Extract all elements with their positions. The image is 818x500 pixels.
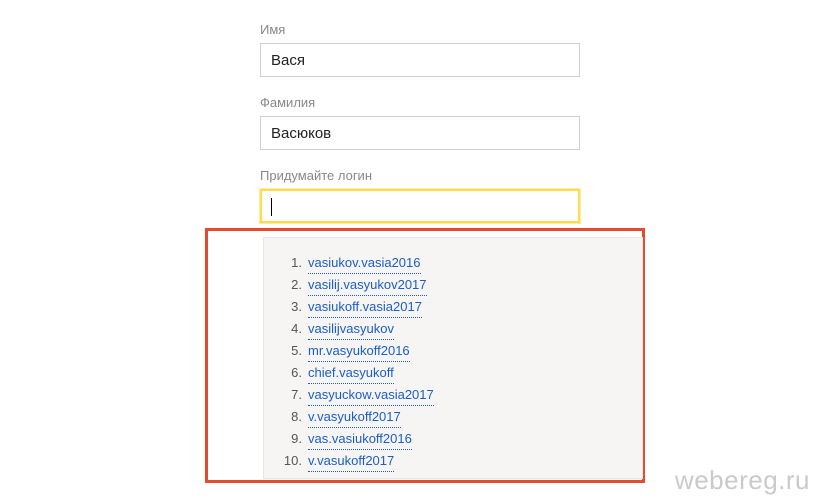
last-name-input[interactable] — [260, 116, 580, 150]
list-item: 8.v.vasyukoff2017 — [264, 406, 642, 428]
first-name-input[interactable] — [260, 43, 580, 77]
watermark-text: webereg.ru — [675, 465, 810, 496]
list-item: 10.v.vasukoff2017 — [264, 450, 642, 472]
list-item: 1.vasiukov.vasia2016 — [264, 252, 642, 274]
first-name-group: Имя — [260, 22, 818, 77]
list-item: 6.chief.vasyukoff — [264, 362, 642, 384]
text-caret — [271, 198, 272, 216]
first-name-label: Имя — [260, 22, 818, 37]
list-number: 10. — [264, 450, 308, 471]
login-suggestion-link[interactable]: mr.vasyukoff2016 — [308, 340, 410, 362]
suggestions-highlight-box: 1.vasiukov.vasia2016 2.vasilij.vasyukov2… — [205, 228, 645, 483]
login-suggestion-link[interactable]: vas.vasiukoff2016 — [308, 428, 412, 450]
list-item: 3.vasiukoff.vasia2017 — [264, 296, 642, 318]
login-suggestion-link[interactable]: vasiukoff.vasia2017 — [308, 296, 422, 318]
login-suggestion-link[interactable]: vasilij.vasyukov2017 — [308, 274, 427, 296]
login-suggestions-panel: 1.vasiukov.vasia2016 2.vasilij.vasyukov2… — [263, 237, 643, 479]
list-item: 5.mr.vasyukoff2016 — [264, 340, 642, 362]
last-name-group: Фамилия — [260, 95, 818, 150]
login-suggestion-link[interactable]: v.vasyukoff2017 — [308, 406, 401, 428]
login-suggestion-link[interactable]: v.vasukoff2017 — [308, 450, 394, 472]
login-suggestion-link[interactable]: vasyuckow.vasia2017 — [308, 384, 434, 406]
list-number: 9. — [264, 428, 308, 449]
registration-form: Имя Фамилия Придумайте логин — [0, 0, 818, 223]
list-item: 9.vas.vasiukoff2016 — [264, 428, 642, 450]
list-number: 1. — [264, 252, 308, 273]
login-suggestion-link[interactable]: vasiukov.vasia2016 — [308, 252, 421, 274]
list-number: 7. — [264, 384, 308, 405]
list-number: 3. — [264, 296, 308, 317]
list-item: 2.vasilij.vasyukov2017 — [264, 274, 642, 296]
list-number: 6. — [264, 362, 308, 383]
login-suggestion-link[interactable]: chief.vasyukoff — [308, 362, 394, 384]
list-number: 4. — [264, 318, 308, 339]
list-number: 2. — [264, 274, 308, 295]
list-item: 7.vasyuckow.vasia2017 — [264, 384, 642, 406]
list-item: 4.vasilijvasyukov — [264, 318, 642, 340]
list-number: 8. — [264, 406, 308, 427]
login-input[interactable] — [260, 189, 580, 223]
list-number: 5. — [264, 340, 308, 361]
login-group: Придумайте логин — [260, 168, 818, 223]
last-name-label: Фамилия — [260, 95, 818, 110]
login-suggestion-link[interactable]: vasilijvasyukov — [308, 318, 394, 340]
login-label: Придумайте логин — [260, 168, 818, 183]
login-suggestions-list: 1.vasiukov.vasia2016 2.vasilij.vasyukov2… — [264, 252, 642, 472]
